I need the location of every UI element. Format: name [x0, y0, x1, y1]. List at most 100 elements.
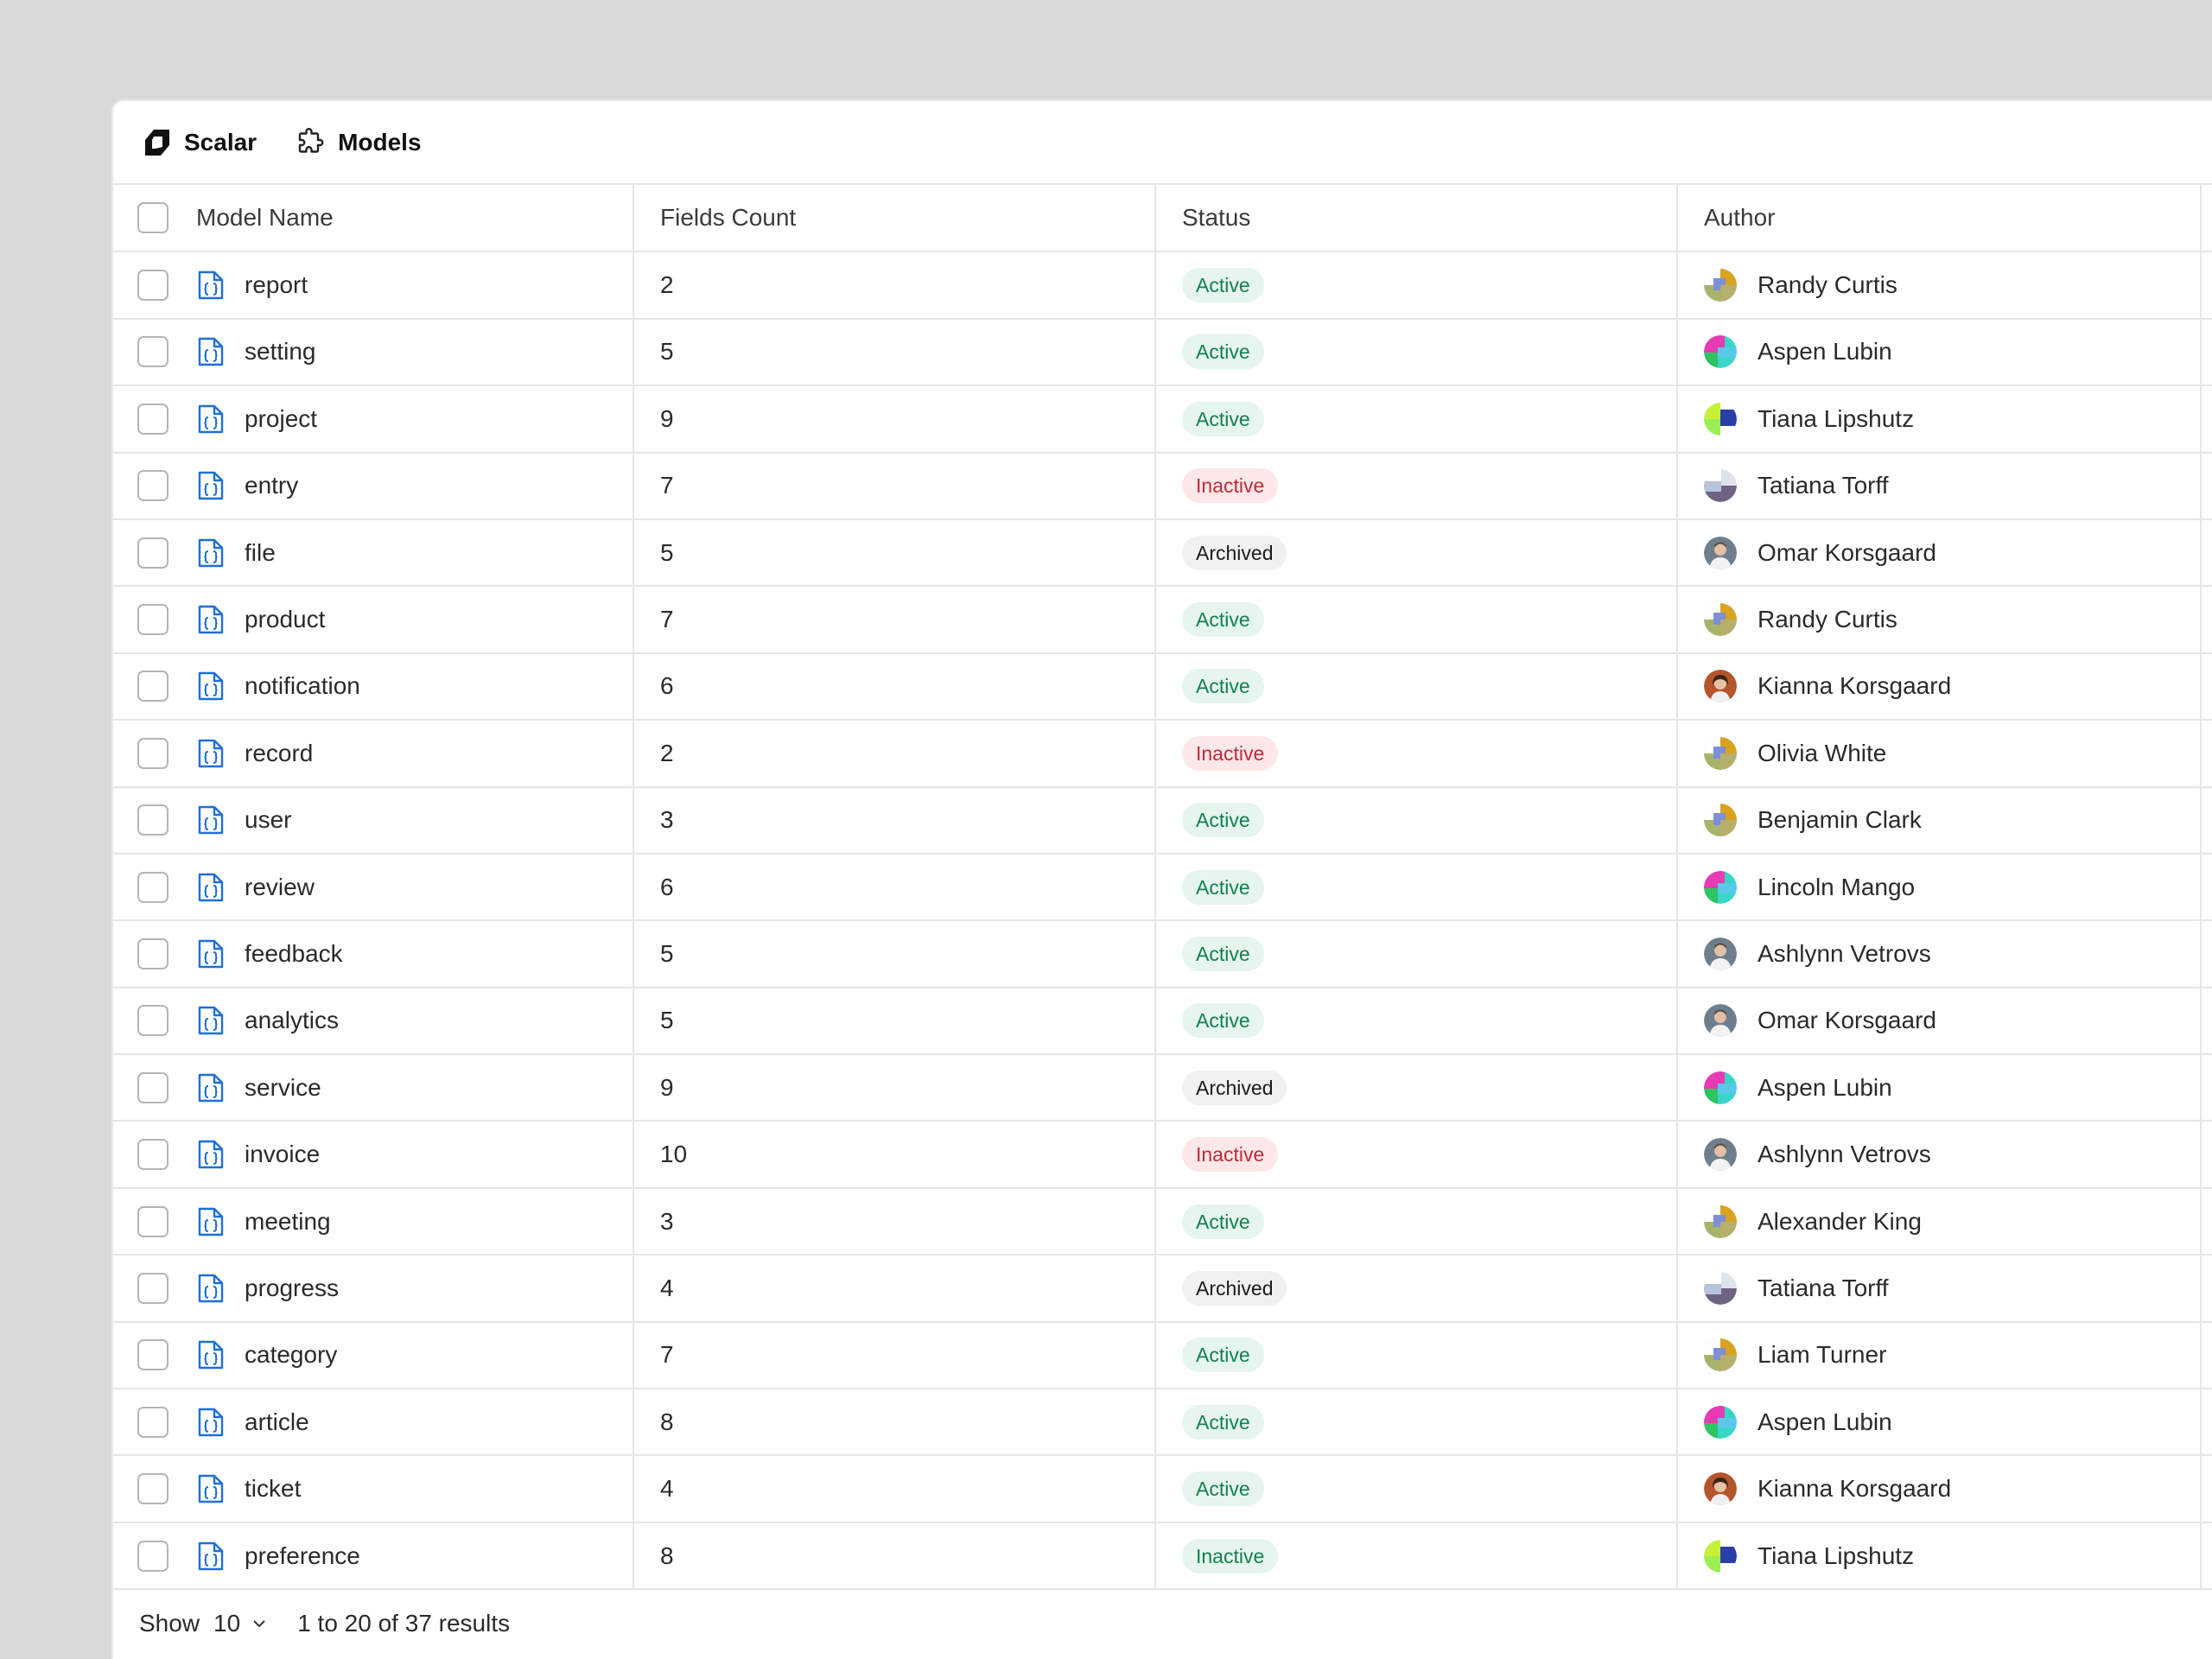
table-row[interactable]: category 7 Active Liam Turner [113, 1321, 2212, 1390]
status-badge: Active [1182, 602, 1264, 638]
cell-author: Liam Turner [1677, 1321, 2202, 1390]
status-badge: Active [1182, 268, 1264, 303]
status-badge: Active [1182, 1338, 1264, 1373]
select-all-checkbox[interactable] [137, 202, 168, 234]
status-badge: Active [1182, 803, 1264, 838]
cell-author: Tiana Lipshutz [1677, 385, 2202, 454]
column-header-author[interactable]: Author [1677, 185, 2202, 253]
row-checkbox[interactable] [137, 737, 168, 769]
table-row[interactable]: report 2 Active Randy Curtis [113, 251, 2212, 320]
row-checkbox[interactable] [137, 1473, 168, 1505]
cell-overflow [2201, 920, 2212, 988]
row-checkbox[interactable] [137, 804, 168, 836]
model-name[interactable]: progress [245, 1274, 339, 1302]
cell-model-name: user [113, 786, 634, 855]
row-checkbox[interactable] [137, 470, 168, 502]
table-row[interactable]: invoice 10 Inactive Ashlynn Vetrovs [113, 1121, 2212, 1189]
table-row[interactable]: analytics 5 Active Omar Korsgaard [113, 987, 2212, 1056]
model-name[interactable]: report [245, 271, 308, 299]
author-name: Ashlynn Vetrovs [1758, 939, 1931, 967]
model-name[interactable]: setting [245, 338, 316, 365]
author-name: Alexander King [1758, 1207, 1922, 1235]
row-checkbox[interactable] [137, 1139, 168, 1171]
cell-overflow [2201, 786, 2212, 855]
row-checkbox[interactable] [137, 1406, 168, 1438]
page-size-select[interactable]: 10 [213, 1610, 268, 1637]
table-row[interactable]: user 3 Active Benjamin Clark [113, 786, 2212, 855]
cell-author: Ashlynn Vetrovs [1677, 920, 2202, 988]
table-header-row: Model Name Fields Count Status Author [113, 185, 2212, 253]
row-checkbox[interactable] [137, 1272, 168, 1304]
model-name[interactable]: project [245, 405, 317, 433]
table-row[interactable]: product 7 Active Randy Curtis [113, 586, 2212, 654]
model-name[interactable]: invoice [245, 1141, 320, 1168]
status-badge: Inactive [1182, 1538, 1279, 1573]
table-row[interactable]: entry 7 Inactive Tatiana Torff [113, 452, 2212, 520]
row-checkbox[interactable] [137, 1540, 168, 1572]
model-name[interactable]: analytics [245, 1007, 339, 1034]
file-code-icon [198, 1207, 224, 1236]
row-checkbox[interactable] [137, 336, 168, 368]
file-code-icon [198, 472, 224, 500]
cell-model-name: entry [113, 452, 634, 520]
breadcrumb-models[interactable]: Models [295, 127, 422, 158]
table-row[interactable]: notification 6 Active Kianna Korsgaard [113, 652, 2212, 721]
table-row[interactable]: project 9 Active Tiana Lipshutz [113, 385, 2212, 454]
cell-model-name: invoice [113, 1121, 634, 1189]
table-row[interactable]: file 5 Archived Omar Korsgaard [113, 518, 2212, 588]
row-checkbox[interactable] [137, 403, 168, 435]
avatar [1704, 1138, 1737, 1172]
table-row[interactable]: feedback 5 Active Ashlynn Vetrovs [113, 920, 2212, 988]
row-checkbox[interactable] [137, 938, 168, 969]
cell-fields-count: 7 [633, 586, 1156, 654]
column-header-model-name[interactable]: Model Name [113, 185, 634, 253]
table-row[interactable]: ticket 4 Active Kianna Korsgaard [113, 1455, 2212, 1523]
table-row[interactable]: record 2 Inactive Olivia White [113, 720, 2212, 788]
cell-author: Randy Curtis [1677, 251, 2202, 320]
model-name[interactable]: notification [245, 672, 360, 700]
row-checkbox[interactable] [137, 671, 168, 702]
table-row[interactable]: review 6 Active Lincoln Mango [113, 853, 2212, 922]
avatar [1704, 402, 1737, 435]
row-checkbox[interactable] [137, 1339, 168, 1371]
model-name[interactable]: category [245, 1341, 337, 1369]
model-name[interactable]: article [245, 1408, 309, 1436]
breadcrumb-app[interactable]: Scalar [143, 128, 257, 157]
cell-model-name: article [113, 1389, 634, 1457]
cell-status: Active [1155, 853, 1678, 922]
cell-fields-count: 5 [633, 318, 1156, 387]
row-checkbox[interactable] [137, 604, 168, 636]
scalar-logo-icon [145, 129, 169, 156]
row-checkbox[interactable] [137, 871, 168, 903]
row-checkbox[interactable] [137, 537, 168, 569]
model-name[interactable]: ticket [245, 1475, 301, 1503]
model-name[interactable]: service [245, 1074, 321, 1102]
avatar [1704, 1338, 1737, 1372]
table-row[interactable]: article 8 Active Aspen Lubin [113, 1389, 2212, 1457]
model-name[interactable]: user [245, 806, 291, 834]
model-name[interactable]: entry [245, 472, 298, 499]
column-header-fields-count[interactable]: Fields Count [633, 185, 1156, 253]
model-name[interactable]: product [245, 606, 325, 633]
model-name[interactable]: feedback [245, 940, 343, 968]
cell-overflow [2201, 518, 2212, 588]
row-checkbox[interactable] [137, 270, 168, 302]
cell-status: Inactive [1155, 1522, 1678, 1591]
model-name[interactable]: preference [245, 1542, 360, 1570]
row-checkbox[interactable] [137, 1071, 168, 1103]
table-row[interactable]: progress 4 Archived Tatiana Torff [113, 1255, 2212, 1323]
cell-author: Kianna Korsgaard [1677, 1455, 2202, 1523]
model-name[interactable]: record [245, 740, 313, 767]
table-row[interactable]: setting 5 Active Aspen Lubin [113, 318, 2212, 387]
column-header-status[interactable]: Status [1155, 185, 1678, 253]
file-code-icon [198, 806, 224, 835]
table-row[interactable]: meeting 3 Active Alexander King [113, 1187, 2212, 1256]
row-checkbox[interactable] [137, 1205, 168, 1237]
table-row[interactable]: service 9 Archived Aspen Lubin [113, 1054, 2212, 1122]
model-name[interactable]: meeting [245, 1208, 331, 1236]
table-row[interactable]: preference 8 Inactive Tiana Lipshutz [113, 1522, 2212, 1591]
row-checkbox[interactable] [137, 1005, 168, 1037]
cell-status: Archived [1155, 518, 1678, 588]
model-name[interactable]: review [245, 874, 315, 901]
model-name[interactable]: file [245, 539, 276, 567]
